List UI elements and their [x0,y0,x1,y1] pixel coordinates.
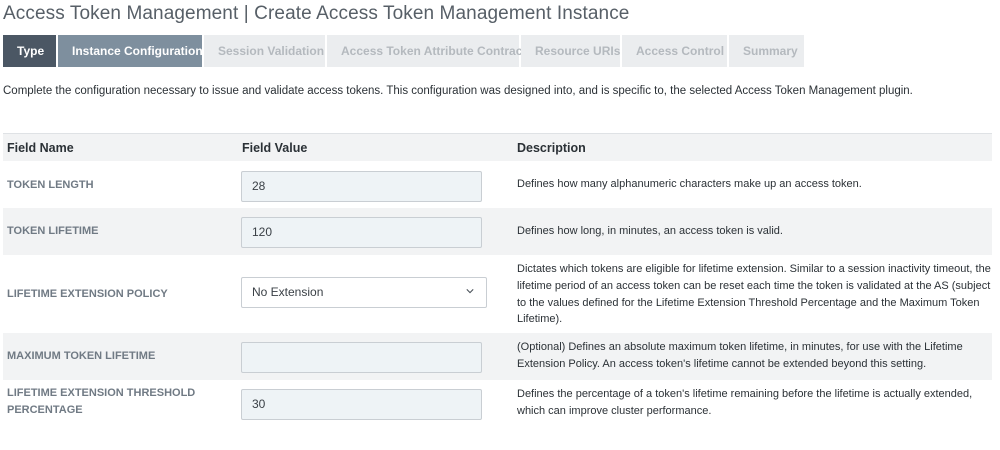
tab-session-validation[interactable]: Session Validation [204,35,325,67]
table-row: TOKEN LENGTH 28 Defines how many alphanu… [3,161,992,208]
description-maximum-token-lifetime: (Optional) Defines an absolute maximum t… [517,341,963,370]
table-header: Field Name Field Value Description [3,133,992,161]
wizard-tabs: Type Instance Configuration Session Vali… [3,35,806,67]
field-name-lifetime-extension-threshold-percentage: LIFETIME EXTENSION THRESHOLD PERCENTAGE [7,387,196,416]
description-lifetime-extension-threshold-percentage: Defines the percentage of a token's life… [517,388,973,417]
lifetime-extension-policy-select[interactable]: No Extension [241,277,487,308]
table-row: MAXIMUM TOKEN LIFETIME (Optional) Define… [3,333,992,380]
field-name-token-length: TOKEN LENGTH [7,179,94,191]
description-lifetime-extension-policy: Dictates which tokens are eligible for l… [517,263,991,326]
column-header-field-value: Field Value [242,141,308,155]
intro-text: Complete the configuration necessary to … [3,85,913,97]
field-name-lifetime-extension-policy: LIFETIME EXTENSION POLICY [7,288,168,300]
token-length-input[interactable]: 28 [241,171,482,202]
maximum-token-lifetime-input[interactable] [241,342,482,373]
table-row: TOKEN LIFETIME 120 Defines how long, in … [3,208,992,255]
chevron-down-icon [466,289,474,294]
column-header-description: Description [517,141,586,155]
table-row: LIFETIME EXTENSION THRESHOLD PERCENTAGE … [3,380,992,427]
tab-instance-configuration[interactable]: Instance Configuration [58,35,203,67]
table-row: LIFETIME EXTENSION POLICY No Extension D… [3,255,992,333]
field-name-maximum-token-lifetime: MAXIMUM TOKEN LIFETIME [7,350,156,362]
configuration-table: Field Name Field Value Description TOKEN… [3,133,992,427]
lifetime-extension-policy-value: No Extension [252,285,324,299]
tab-access-token-attribute-contract[interactable]: Access Token Attribute Contract [327,35,526,67]
token-lifetime-input[interactable]: 120 [241,217,482,248]
tab-summary[interactable]: Summary [729,35,804,67]
tab-access-control[interactable]: Access Control [622,35,727,67]
lifetime-extension-threshold-percentage-input[interactable]: 30 [241,389,482,420]
tab-type[interactable]: Type [3,35,56,67]
page-title: Access Token Management | Create Access … [3,3,630,24]
field-name-token-lifetime: TOKEN LIFETIME [7,225,99,237]
tab-resource-uris[interactable]: Resource URIs [521,35,620,67]
column-header-field-name: Field Name [7,141,74,155]
description-token-length: Defines how many alphanumeric characters… [517,178,862,190]
description-token-lifetime: Defines how long, in minutes, an access … [517,225,783,237]
